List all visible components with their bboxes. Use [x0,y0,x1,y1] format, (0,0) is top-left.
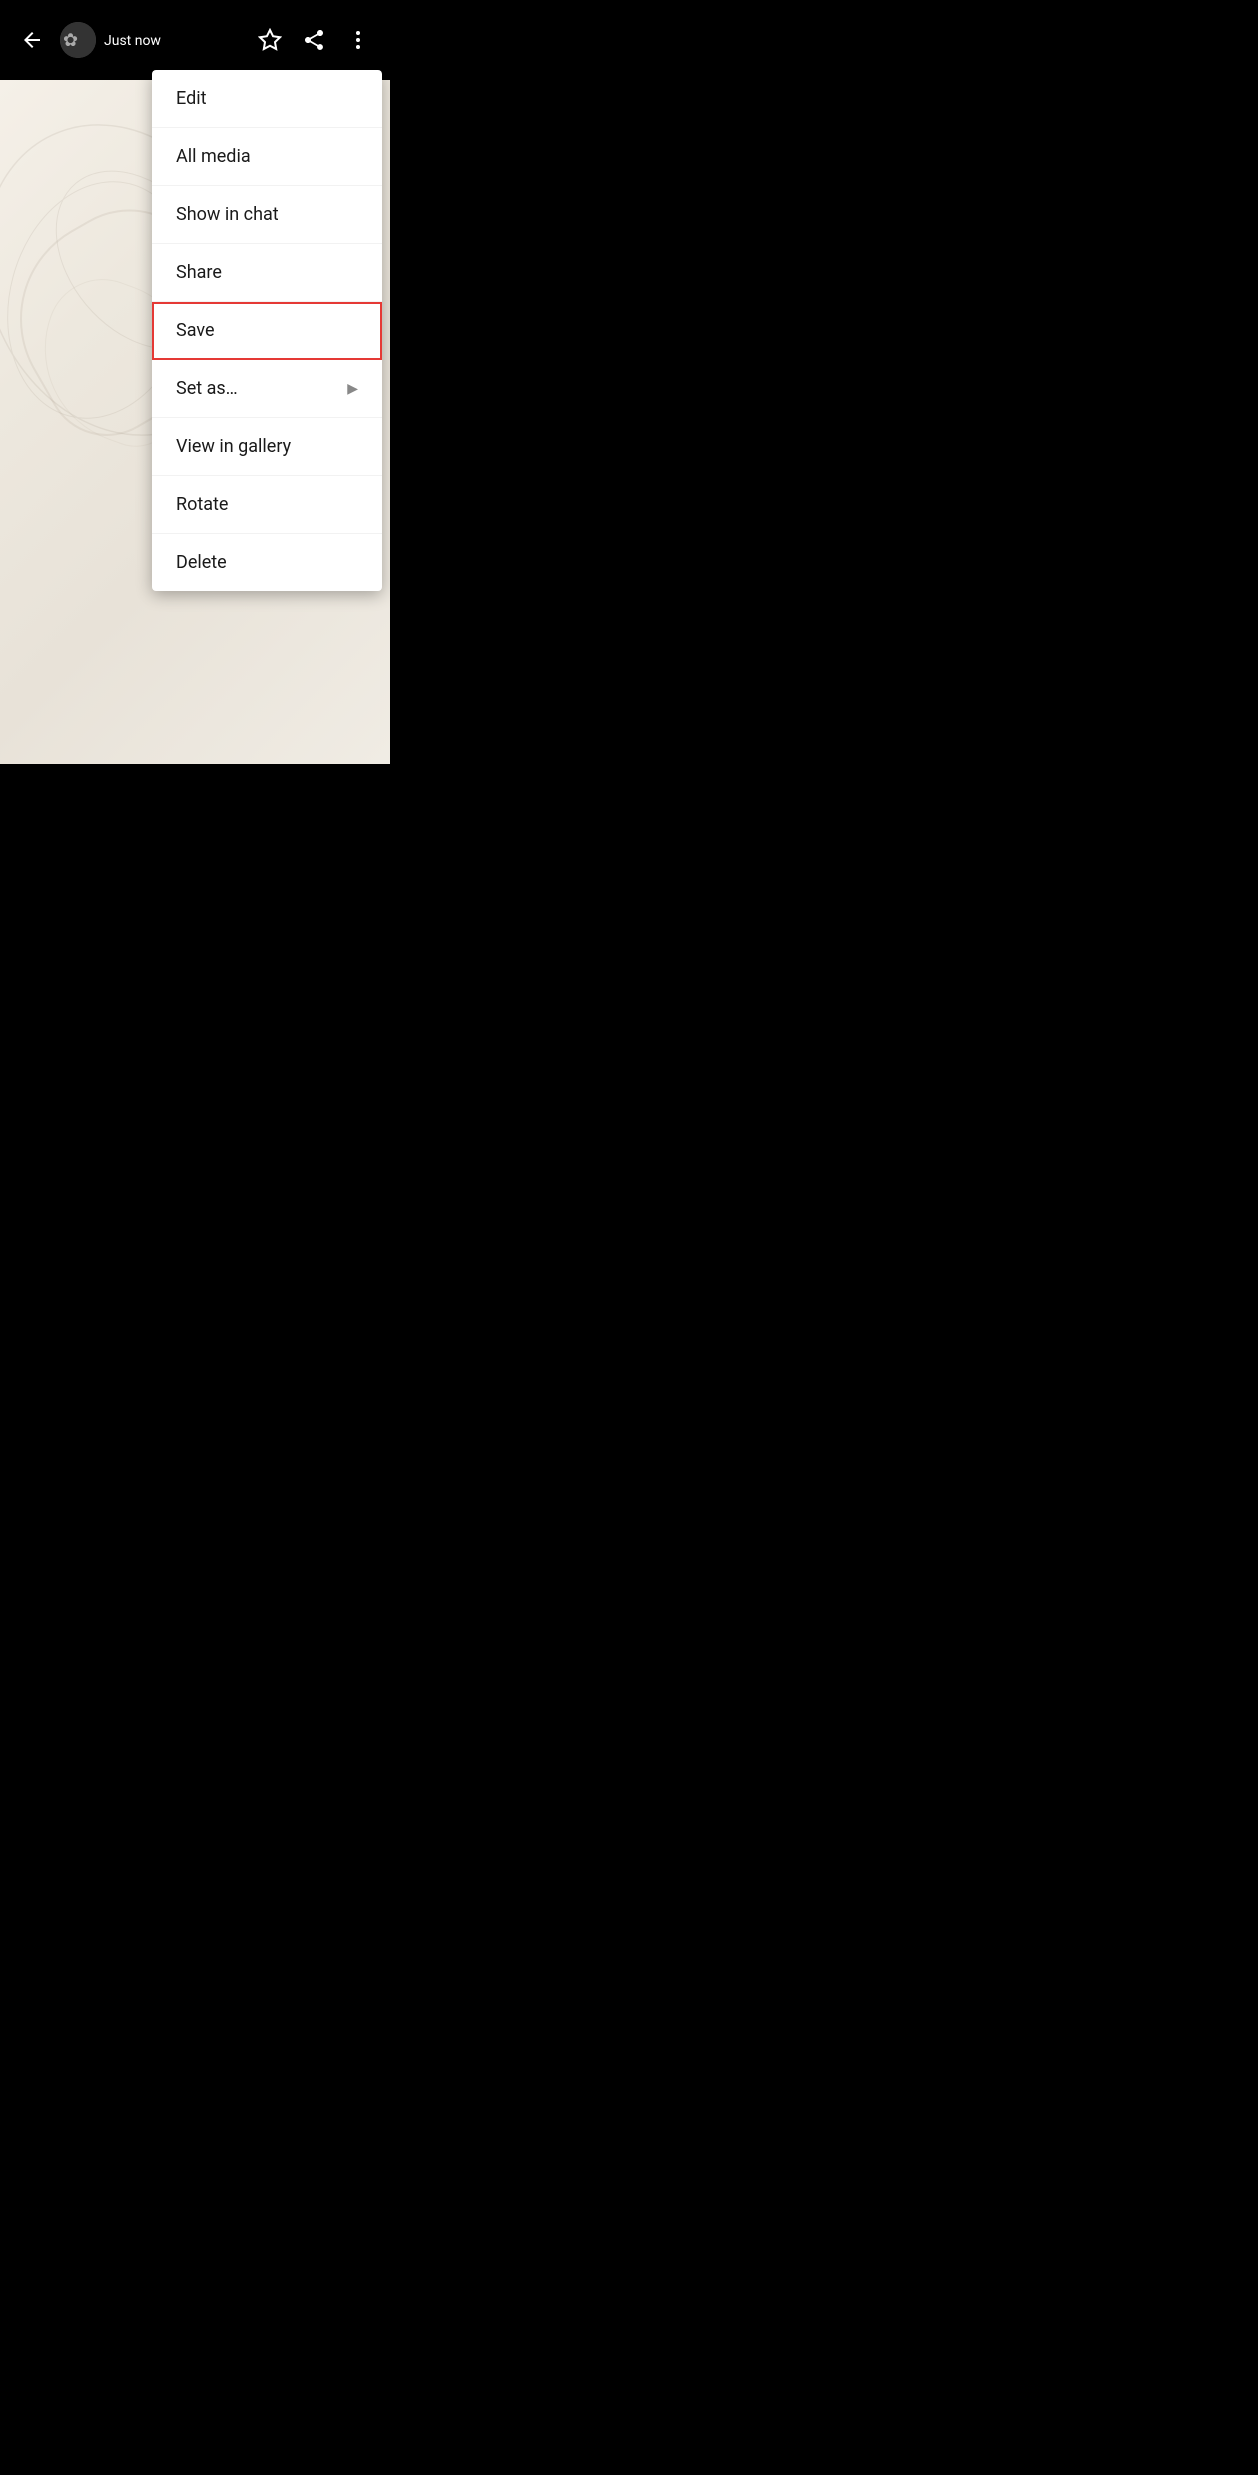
menu-item-show-in-chat[interactable]: Show in chat [152,186,382,244]
svg-text:✿: ✿ [63,30,78,50]
menu-item-set-as[interactable]: Set as… ▶ [152,360,382,418]
menu-item-all-media-label: All media [176,146,251,167]
contact-avatar: ✿ [60,22,96,58]
set-as-arrow-icon: ▶ [347,381,358,397]
menu-item-view-in-gallery-label: View in gallery [176,436,291,457]
menu-item-view-in-gallery[interactable]: View in gallery [152,418,382,476]
menu-item-save-label: Save [176,320,215,341]
menu-item-save[interactable]: Save [152,302,382,360]
bottom-bar [0,764,390,844]
menu-item-all-media[interactable]: All media [152,128,382,186]
contact-info: Just now [104,31,161,49]
menu-item-share-label: Share [176,262,222,283]
menu-item-rotate[interactable]: Rotate [152,476,382,534]
share-button[interactable] [294,20,334,60]
menu-item-rotate-label: Rotate [176,494,228,515]
topbar: ✿ Just now [0,0,390,80]
topbar-left: ✿ Just now [12,20,250,60]
menu-item-delete-label: Delete [176,552,227,573]
topbar-actions [250,20,378,60]
context-menu: Edit All media Show in chat Share Save S… [152,70,382,591]
menu-item-edit-label: Edit [176,88,206,109]
menu-item-share[interactable]: Share [152,244,382,302]
menu-item-set-as-label: Set as… [176,378,238,399]
menu-item-delete[interactable]: Delete [152,534,382,591]
timestamp-label: Just now [104,33,161,49]
star-button[interactable] [250,20,290,60]
menu-item-show-in-chat-label: Show in chat [176,204,279,225]
back-button[interactable] [12,20,52,60]
more-options-button[interactable] [338,20,378,60]
menu-item-edit[interactable]: Edit [152,70,382,128]
